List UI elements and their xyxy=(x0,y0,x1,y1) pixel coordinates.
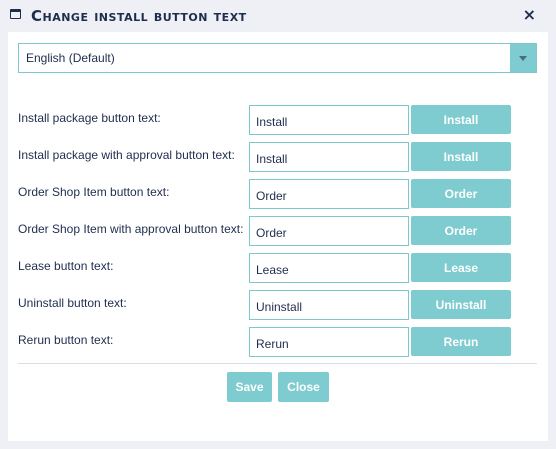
install-package-approval-preview-button[interactable]: Install xyxy=(411,142,511,171)
row-label: Lease button text: xyxy=(18,259,114,273)
order-shop-item-approval-preview-button[interactable]: Order xyxy=(411,216,511,245)
rerun-text-input[interactable] xyxy=(249,327,409,357)
row-label: Rerun button text: xyxy=(18,333,114,347)
install-package-approval-text-input[interactable] xyxy=(249,142,409,172)
row-order-shop-item: Order Shop Item button text: Order xyxy=(18,179,518,209)
close-icon[interactable]: × xyxy=(523,5,536,24)
chevron-down-icon xyxy=(519,56,527,61)
footer-divider xyxy=(18,363,537,364)
row-lease: Lease button text: Lease xyxy=(18,253,518,283)
language-select-value: English (Default) xyxy=(26,51,115,65)
row-install-package: Install package button text: Install xyxy=(18,105,518,135)
order-shop-item-text-input[interactable] xyxy=(249,179,409,209)
dialog-title: Change install button text xyxy=(31,7,247,25)
row-label: Uninstall button text: xyxy=(18,296,127,310)
dialog-titlebar[interactable]: Change install button text × xyxy=(0,0,556,32)
save-button[interactable]: Save xyxy=(227,372,272,402)
row-uninstall: Uninstall button text: Uninstall xyxy=(18,290,518,320)
rerun-preview-button[interactable]: Rerun xyxy=(411,327,511,356)
window-icon xyxy=(10,9,21,19)
row-label: Install package button text: xyxy=(18,111,161,125)
install-package-text-input[interactable] xyxy=(249,105,409,135)
language-select[interactable]: English (Default) xyxy=(18,43,537,73)
row-order-shop-item-approval: Order Shop Item with approval button tex… xyxy=(18,216,518,246)
row-rerun: Rerun button text: Rerun xyxy=(18,327,518,357)
row-label: Install package with approval button tex… xyxy=(18,148,235,162)
close-button[interactable]: Close xyxy=(278,372,329,402)
change-install-button-text-dialog: Change install button text × English (De… xyxy=(0,0,556,449)
lease-preview-button[interactable]: Lease xyxy=(411,253,511,282)
order-shop-item-preview-button[interactable]: Order xyxy=(411,179,511,208)
uninstall-preview-button[interactable]: Uninstall xyxy=(411,290,511,319)
language-select-toggle[interactable] xyxy=(510,44,536,72)
row-install-package-approval: Install package with approval button tex… xyxy=(18,142,518,172)
row-label: Order Shop Item with approval button tex… xyxy=(18,222,244,236)
lease-text-input[interactable] xyxy=(249,253,409,283)
dialog-content: English (Default) Install package button… xyxy=(8,32,548,441)
install-package-preview-button[interactable]: Install xyxy=(411,105,511,134)
row-label: Order Shop Item button text: xyxy=(18,185,170,199)
order-shop-item-approval-text-input[interactable] xyxy=(249,216,409,246)
uninstall-text-input[interactable] xyxy=(249,290,409,320)
